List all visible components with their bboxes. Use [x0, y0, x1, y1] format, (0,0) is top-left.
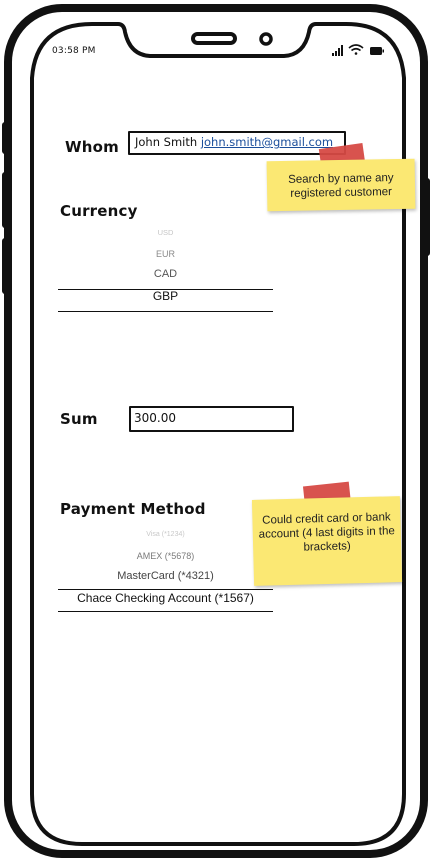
payment-method-picker[interactable]: Visa (*1234) AMEX (*5678) MasterCard (*4…: [58, 524, 273, 609]
currency-option[interactable]: USD: [58, 222, 273, 244]
payment-option[interactable]: Visa (*1234): [58, 524, 273, 546]
whom-input[interactable]: John Smith john.smith@gmail.com: [128, 131, 346, 155]
sum-input[interactable]: 300.00: [129, 406, 294, 432]
payment-option-selected[interactable]: Chace Checking Account (*1567): [58, 587, 273, 609]
sticky-note-payment-hint: Could credit card or bank account (4 las…: [251, 496, 403, 586]
payment-option[interactable]: AMEX (*5678): [58, 546, 273, 566]
currency-selection-line-top: [58, 289, 273, 290]
payment-selection-line-top: [58, 589, 273, 590]
status-time: 03:58 PM: [52, 46, 96, 56]
payment-method-label: Payment Method: [60, 500, 206, 518]
whom-name: John Smith: [135, 135, 198, 149]
currency-option[interactable]: CAD: [58, 264, 273, 285]
payment-option[interactable]: MasterCard (*4321): [58, 566, 273, 587]
currency-picker[interactable]: USD EUR CAD GBP: [58, 222, 273, 307]
status-icons: [332, 44, 384, 56]
sum-label: Sum: [60, 410, 98, 428]
currency-label: Currency: [60, 202, 138, 220]
whom-email[interactable]: john.smith@gmail.com: [201, 135, 333, 149]
payment-selection-line-bottom: [58, 611, 273, 612]
wifi-icon: [348, 44, 364, 55]
currency-option[interactable]: EUR: [58, 244, 273, 264]
signal-icon: [332, 45, 343, 56]
battery-icon: [370, 47, 384, 55]
currency-selection-line-bottom: [58, 311, 273, 312]
sticky-note-search-hint: Search by name any registered customer: [266, 158, 416, 212]
whom-label: Whom: [65, 138, 119, 156]
